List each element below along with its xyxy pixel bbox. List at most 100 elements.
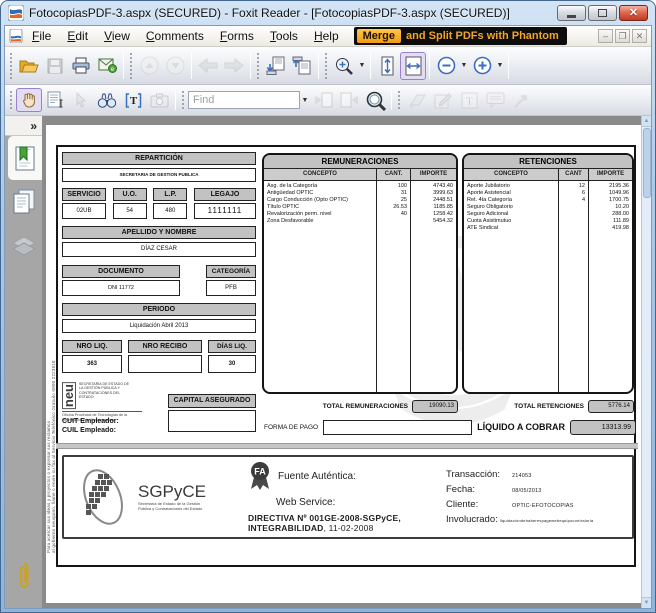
- documento-value: DNI 11772: [62, 280, 180, 296]
- note-bubble-icon: [486, 92, 505, 108]
- zoom-in-button[interactable]: [469, 52, 495, 80]
- scrollbar-thumb[interactable]: [643, 128, 651, 198]
- pencil-icon: [434, 92, 452, 109]
- mdi-restore-button[interactable]: ❐: [615, 29, 630, 43]
- fit-height-button[interactable]: [374, 52, 400, 80]
- separator: [508, 52, 509, 79]
- find-next-button[interactable]: [336, 88, 362, 112]
- integrabilidad-date: , 11-02-2008: [324, 523, 374, 533]
- ret-concepto: Seguro Adicional: [464, 211, 558, 218]
- close-button[interactable]: ✕: [619, 5, 648, 21]
- pencil-button[interactable]: [430, 88, 456, 112]
- ret-importe: 419.98: [589, 225, 632, 232]
- document-area[interactable]: Para acercar sus ideas y proyectos o exp…: [43, 116, 651, 608]
- find-next-icon: [340, 92, 359, 108]
- toolbar-grip[interactable]: [397, 90, 402, 110]
- zoom-out-button[interactable]: [433, 52, 459, 80]
- menu-file[interactable]: File: [25, 27, 58, 45]
- zoom-out-dropdown[interactable]: ▼: [459, 52, 469, 80]
- back-arrow-icon: [198, 58, 218, 73]
- title-bar[interactable]: FotocopiasPDF-3.aspx (SECURED) - Foxit R…: [4, 1, 652, 25]
- menu-tools[interactable]: Tools: [263, 27, 305, 45]
- zoom-in-dropdown[interactable]: ▼: [495, 52, 505, 80]
- save-button[interactable]: [42, 52, 68, 80]
- toolbar-grip[interactable]: [9, 52, 14, 79]
- retenciones-title: RETENCIONES: [464, 155, 632, 169]
- toolbar-grip[interactable]: [129, 52, 134, 79]
- extract-pages-button[interactable]: [289, 52, 315, 80]
- highlight-marker-icon: [408, 92, 427, 109]
- snapshot-button[interactable]: [146, 88, 172, 112]
- menu-forms[interactable]: Forms: [213, 27, 261, 45]
- cliente-label: Cliente:: [446, 498, 512, 511]
- menu-edit[interactable]: Edit: [60, 27, 95, 45]
- full-search-button[interactable]: [362, 88, 388, 112]
- fit-width-button[interactable]: [400, 52, 426, 80]
- find-dropdown[interactable]: ▼: [300, 86, 310, 114]
- expand-panel-button[interactable]: »: [5, 116, 42, 136]
- open-button[interactable]: [16, 52, 42, 80]
- marquee-zoom-dropdown[interactable]: ▼: [357, 52, 367, 80]
- rem-concepto: Antigüedad OPTIC: [264, 190, 376, 197]
- menu-help[interactable]: Help: [307, 27, 346, 45]
- remuneraciones-table: REMUNERACIONES CONCEPTO Asg. de la Categ…: [262, 153, 458, 394]
- select-annotation-button[interactable]: [68, 88, 94, 112]
- scroll-down-button[interactable]: [162, 52, 188, 80]
- retenciones-table: RETENCIONES CONCEPTO Aporte Jubilatorio …: [462, 153, 634, 394]
- separator: [429, 52, 430, 79]
- hand-tool-button[interactable]: [16, 88, 42, 112]
- menu-view[interactable]: View: [97, 27, 137, 45]
- email-button[interactable]: e: [94, 52, 120, 80]
- scroll-up-button[interactable]: [136, 52, 162, 80]
- toolbar-grip[interactable]: [9, 90, 14, 110]
- phantom-ad-banner[interactable]: Merge and Split PDFs with Phantom: [354, 27, 567, 45]
- menu-comments[interactable]: Comments: [139, 27, 211, 45]
- layers-tab[interactable]: [5, 224, 42, 268]
- lp-value: 480: [153, 203, 187, 219]
- select-text-button[interactable]: [42, 88, 68, 112]
- mdi-close-button[interactable]: ✕: [632, 29, 647, 43]
- cuit-cuil-block: CUIT Empleador: CUIL Empleado:: [62, 417, 119, 435]
- forma-de-pago-field[interactable]: [323, 420, 472, 435]
- text-viewer-button[interactable]: T: [120, 88, 146, 112]
- capital-asegurado-header: CAPITAL ASEGURADO: [168, 394, 256, 408]
- toolbar-grip[interactable]: [256, 52, 261, 79]
- typewriter-button[interactable]: T: [456, 88, 482, 112]
- note-button[interactable]: [482, 88, 508, 112]
- marquee-zoom-button[interactable]: [331, 52, 357, 80]
- highlight-button[interactable]: [404, 88, 430, 112]
- scrollbar-up-arrow[interactable]: ▲: [642, 116, 651, 127]
- rem-importe: 3999.63: [411, 190, 456, 197]
- find-input[interactable]: [188, 91, 300, 109]
- scrollbar-down-arrow[interactable]: ▼: [642, 597, 651, 608]
- ret-col-concepto: CONCEPTO: [464, 169, 558, 181]
- next-view-button[interactable]: [221, 52, 247, 80]
- servicio-value: 02UB: [62, 203, 106, 219]
- find-previous-button[interactable]: [310, 88, 336, 112]
- vertical-scrollbar[interactable]: ▲ ▼: [641, 116, 651, 608]
- bookmarks-icon: [14, 145, 37, 172]
- apellido-value: DÍAZ CESAR: [62, 242, 256, 257]
- search-binoculars-button[interactable]: [94, 88, 120, 112]
- ret-col-cant: CANT: [559, 169, 588, 181]
- bookmarks-tab[interactable]: [8, 136, 42, 180]
- forward-arrow-icon: [224, 58, 244, 73]
- print-button[interactable]: [68, 52, 94, 80]
- toolbar-grip[interactable]: [324, 52, 329, 79]
- arrow-draw-button[interactable]: [508, 88, 534, 112]
- text-viewer-icon: T: [125, 92, 142, 109]
- pages-tab[interactable]: [5, 180, 42, 224]
- minimize-button[interactable]: [557, 5, 586, 21]
- ret-concepto: Aporte Asistencial: [464, 190, 558, 197]
- rem-cant: 26.53: [377, 204, 410, 211]
- search-binoculars-icon: [97, 92, 117, 109]
- insert-pages-button[interactable]: [263, 52, 289, 80]
- previous-view-button[interactable]: [195, 52, 221, 80]
- mdi-minimize-button[interactable]: –: [598, 29, 613, 43]
- rem-col-concepto: CONCEPTO: [264, 169, 376, 181]
- sgpyce-wordmark: SGPyCE: [138, 482, 208, 502]
- ret-concepto: Aporte Jubilatorio: [464, 183, 558, 190]
- maximize-button[interactable]: [588, 5, 617, 21]
- toolbar-grip[interactable]: [181, 90, 186, 110]
- attachments-tab[interactable]: [5, 554, 42, 598]
